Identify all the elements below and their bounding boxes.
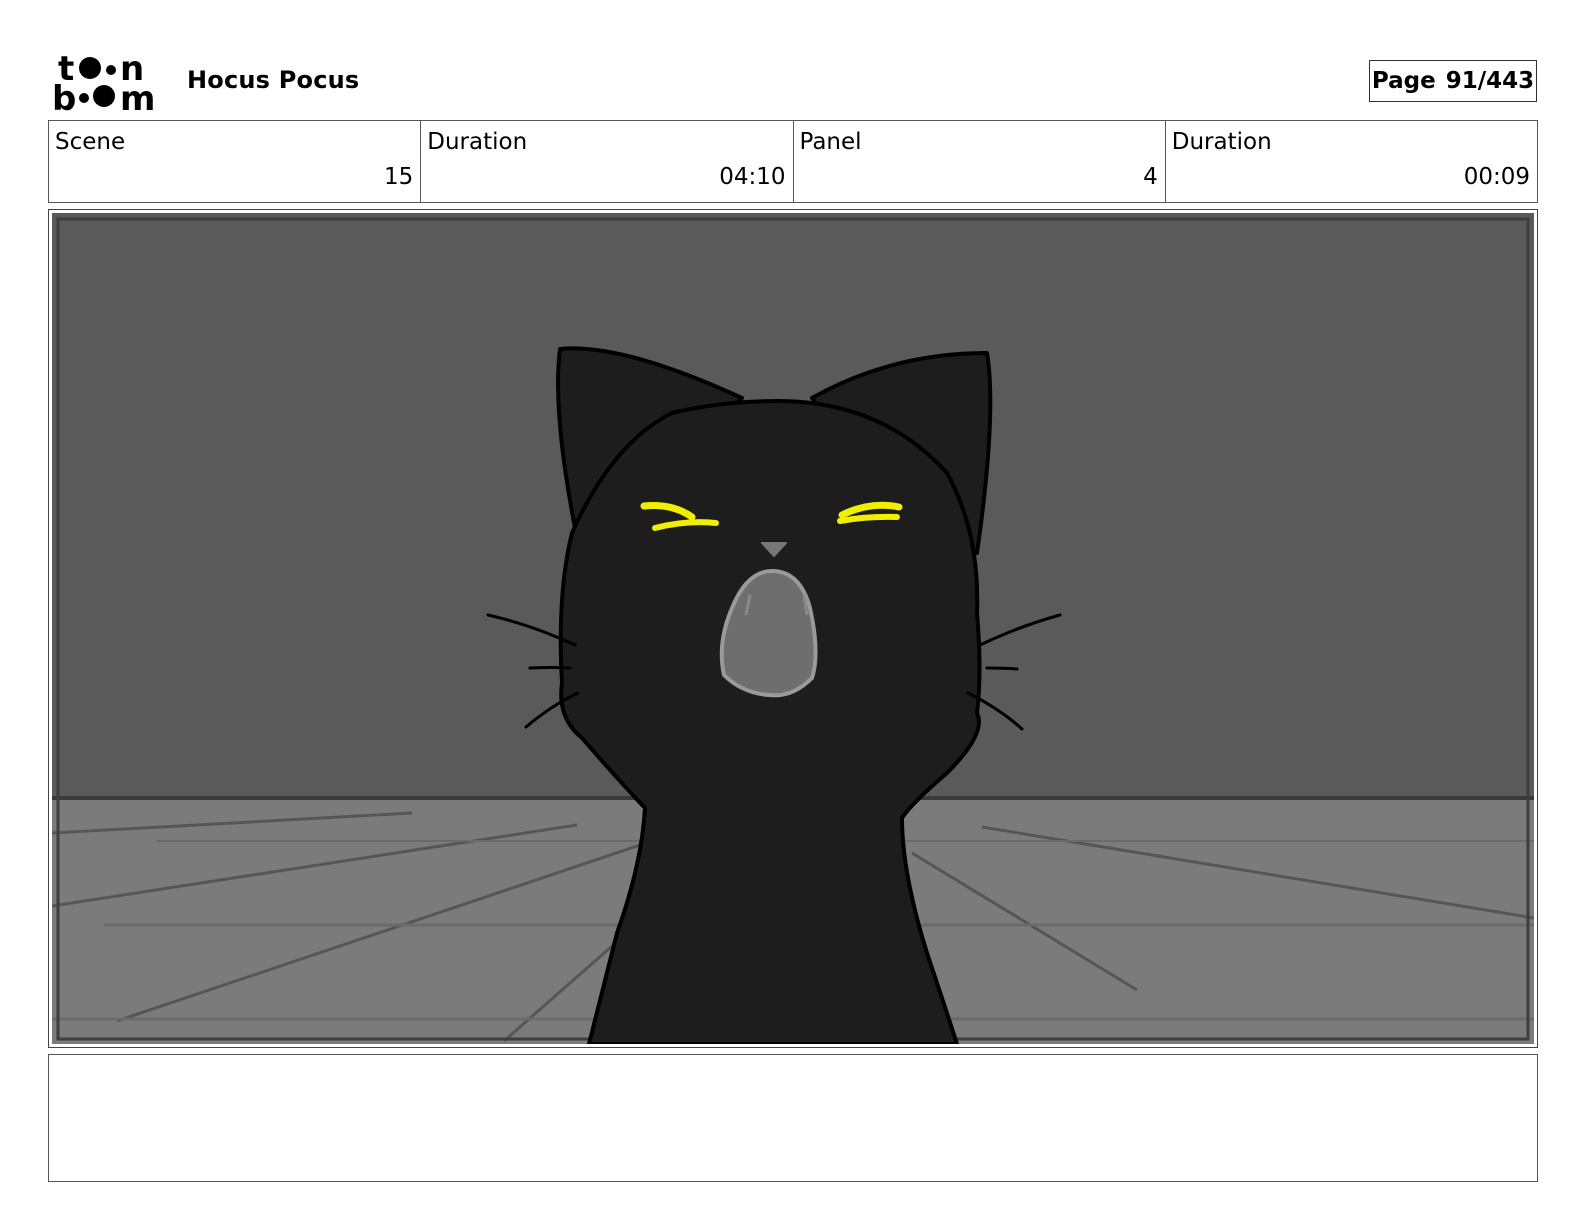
scene-duration-value: 04:10 [719, 164, 786, 190]
info-strip: Scene 15 Duration 04:10 Panel 4 Duration… [48, 120, 1538, 203]
scene-label: Scene [55, 129, 126, 155]
scene-duration-label: Duration [427, 129, 528, 155]
storyboard-panel [48, 209, 1538, 1048]
svg-text:b: b [52, 79, 76, 112]
page-label: Page [1371, 68, 1436, 94]
page-number: 91/443 [1445, 68, 1535, 94]
panel-label: Panel [799, 129, 862, 155]
toon-boom-logo: t n b m [52, 50, 155, 112]
panel-value: 4 [1143, 164, 1158, 190]
svg-text:m: m [120, 79, 155, 112]
panel-drawing [52, 213, 1534, 1044]
panel-duration-value: 00:09 [1463, 164, 1530, 190]
notes-box[interactable] [48, 1054, 1538, 1182]
scene-duration-cell: Duration 04:10 [421, 121, 794, 202]
cat-body [558, 399, 982, 1044]
page-counter: Page 91/443 [1369, 60, 1537, 102]
scene-value: 15 [383, 164, 414, 190]
panel-duration-label: Duration [1171, 129, 1272, 155]
project-title: Hocus Pocus [187, 66, 360, 94]
panel-cell: Panel 4 [794, 121, 1166, 202]
scene-cell: Scene 15 [49, 121, 422, 202]
panel-duration-cell: Duration 00:09 [1166, 121, 1537, 202]
